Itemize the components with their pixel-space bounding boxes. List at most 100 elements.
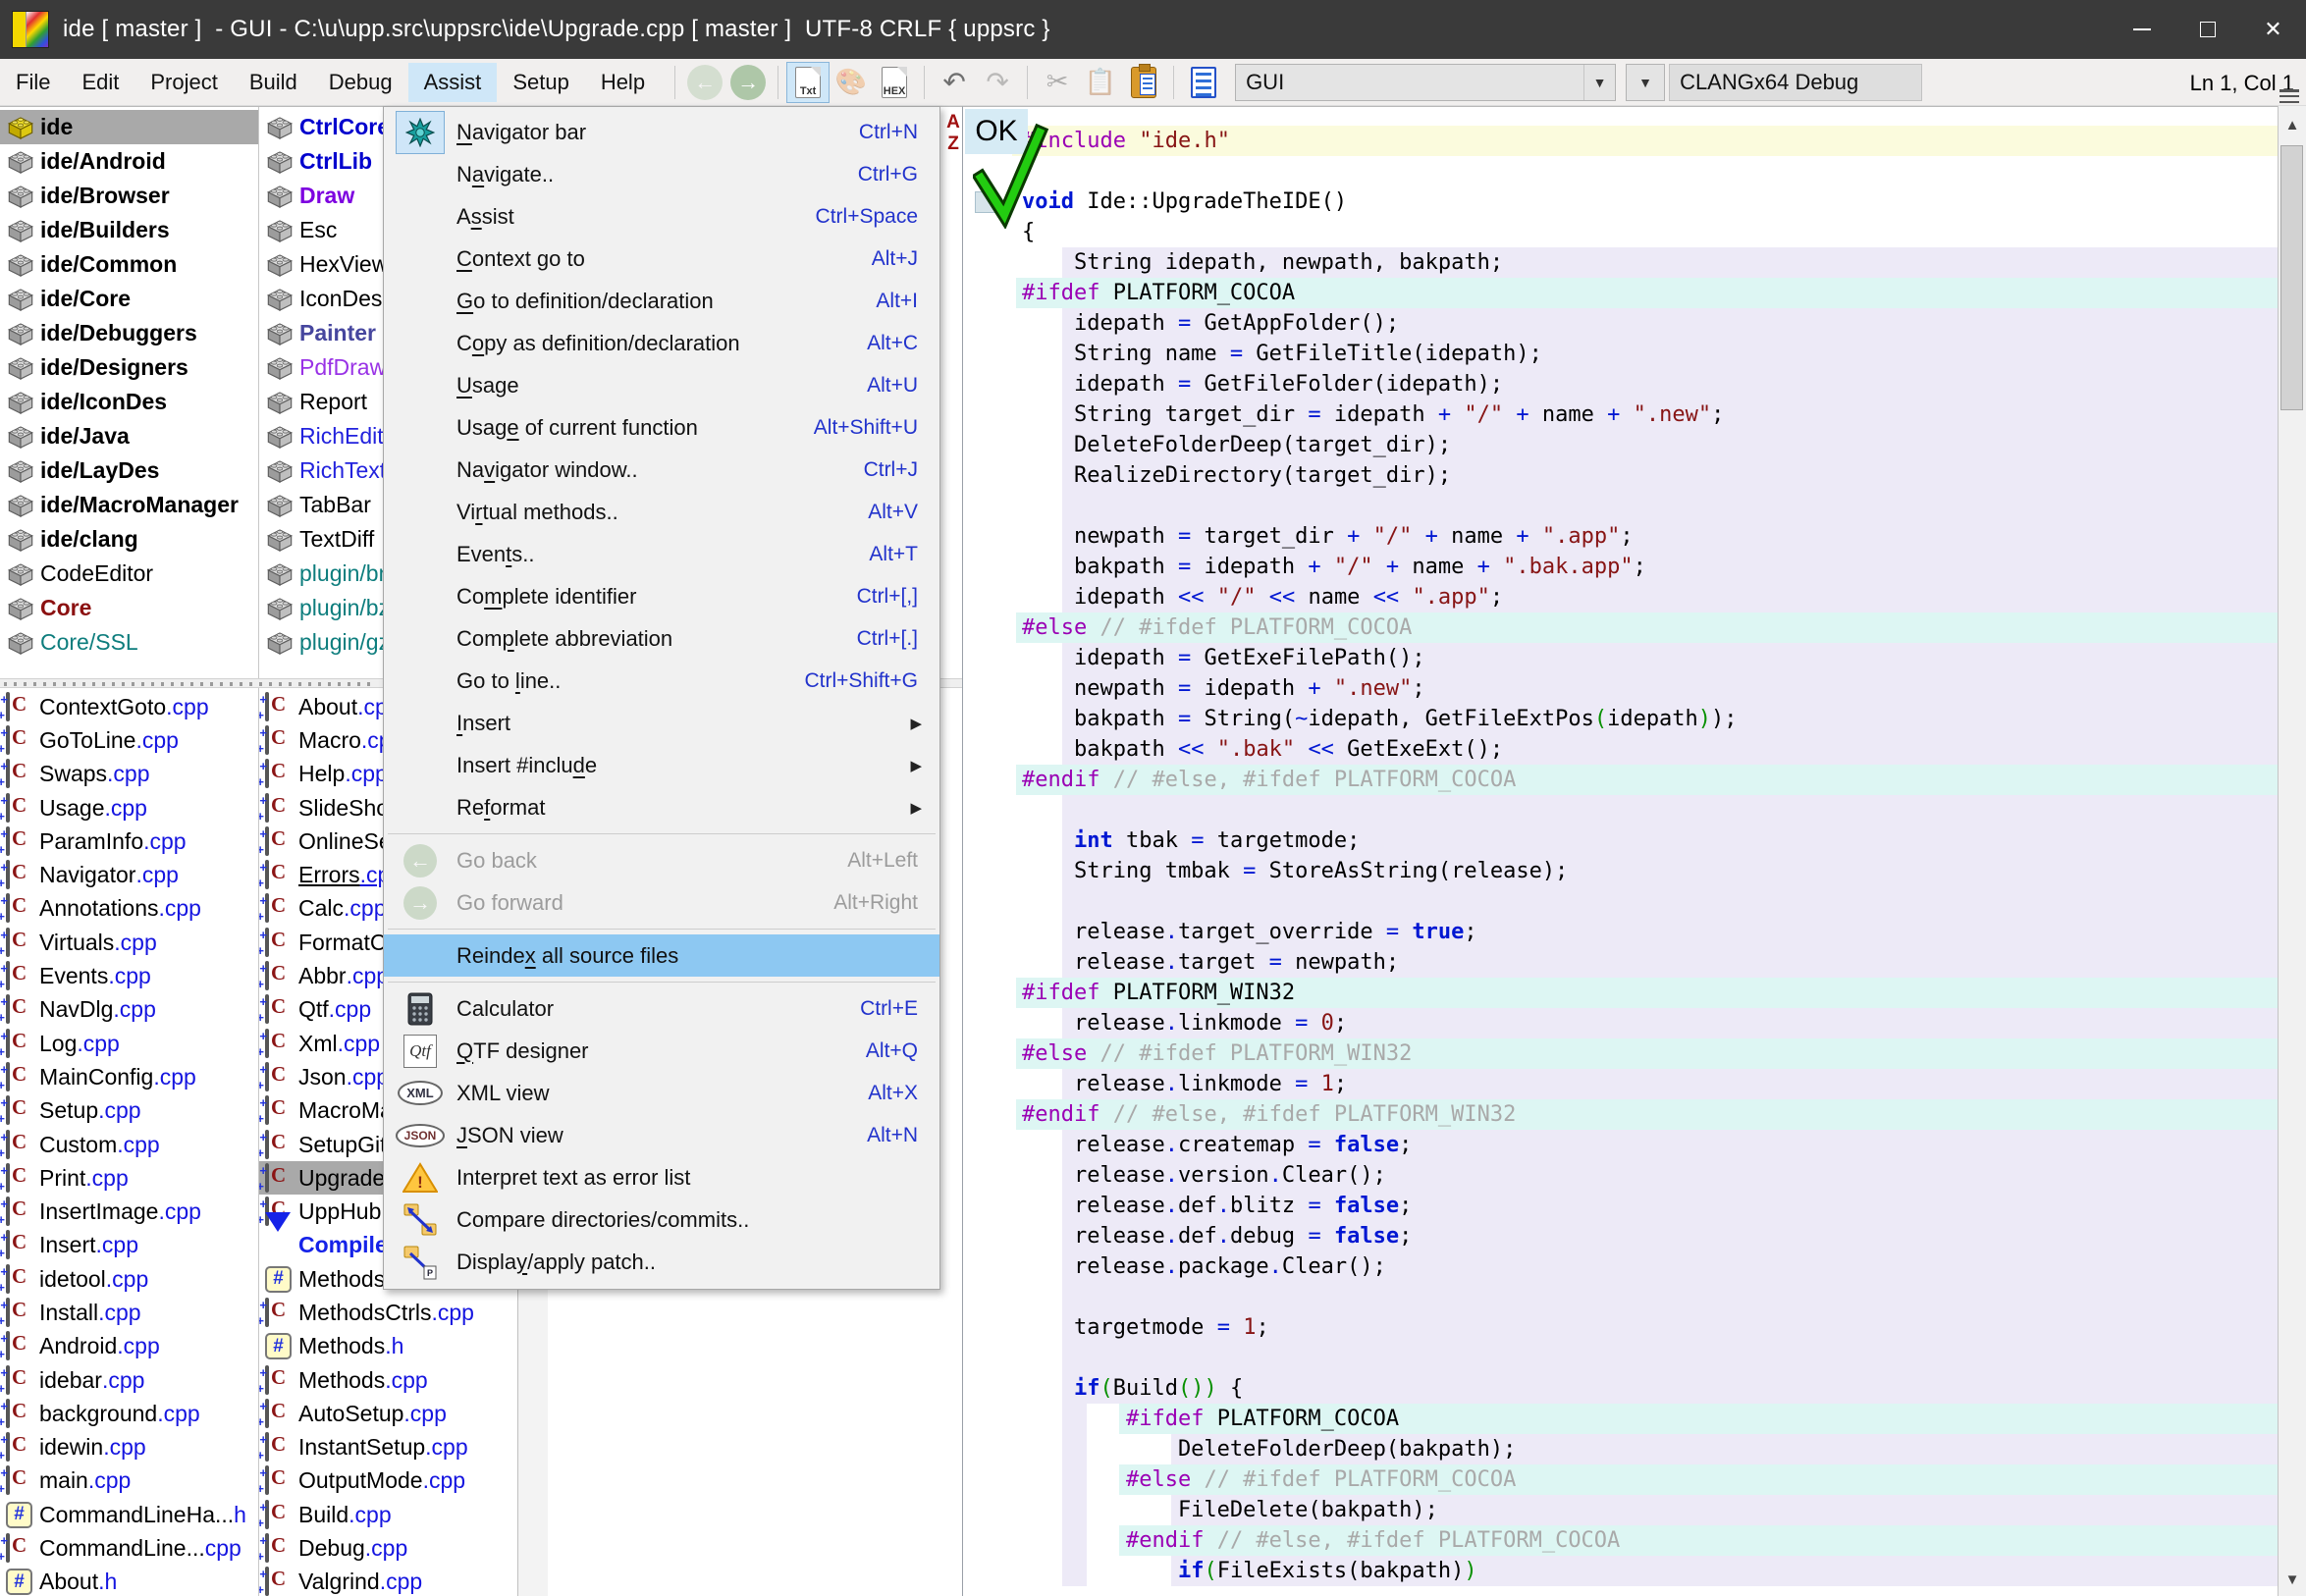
menu-help[interactable]: Help <box>585 63 661 102</box>
file-item-insert-cpp[interactable]: C++Insert.cpp <box>0 1229 258 1262</box>
code-line[interactable]: #ifdef PLATFORM_WIN32 <box>1022 978 2278 1008</box>
code-line[interactable]: String name = GetFileTitle(idepath); <box>1022 339 2278 369</box>
menu-edit[interactable]: Edit <box>66 63 134 102</box>
package-item-ide-core[interactable]: ide/Core <box>0 282 258 316</box>
assist-menu-item-copy-as-definition-declaration[interactable]: Copy as definition/declarationAlt+C <box>384 322 939 364</box>
code-line[interactable]: #else // #ifdef PLATFORM_WIN32 <box>1022 1038 2278 1069</box>
package-item-core-ssl[interactable]: Core/SSL <box>0 625 258 660</box>
file-item-background-cpp[interactable]: C++background.cpp <box>0 1397 258 1430</box>
menu-file[interactable]: File <box>0 63 66 102</box>
code-line[interactable]: if(FileExists(bakpath)) <box>1022 1556 2278 1586</box>
go-forward-button[interactable]: → <box>726 62 770 103</box>
scroll-down-button[interactable]: ▼ <box>2279 1563 2306 1596</box>
code-line[interactable]: String target_dir = idepath + "/" + name… <box>1022 399 2278 430</box>
code-line[interactable]: release.target_override = true; <box>1022 917 2278 947</box>
redo-button[interactable]: ↷ <box>976 62 1019 103</box>
assist-menu-item-compare-directories-commits[interactable]: Compare directories/commits.. <box>384 1198 939 1241</box>
assist-menu-item-insert-include[interactable]: Insert #include▶ <box>384 744 939 786</box>
code-line[interactable]: #endif // #else, #ifdef PLATFORM_COCOA <box>1022 1525 2278 1556</box>
assist-menu-item-complete-identifier[interactable]: Complete identifierCtrl+[,] <box>384 575 939 617</box>
code-line[interactable]: #else // #ifdef PLATFORM_COCOA <box>1022 612 2278 643</box>
file-item-methods-cpp[interactable]: C++Methods.cpp <box>259 1363 517 1397</box>
sort-az-button[interactable]: A Z <box>941 112 965 155</box>
file-item-methodsctrls-cpp[interactable]: C++MethodsCtrls.cpp <box>259 1296 517 1329</box>
assist-menu-item-qtf-designer[interactable]: QtfQTF designerAlt+Q <box>384 1030 939 1072</box>
file-item-mainconfig-cpp[interactable]: C++MainConfig.cpp <box>0 1060 258 1093</box>
file-item-annotations-cpp[interactable]: C++Annotations.cpp <box>0 892 258 926</box>
file-item-commandline-cpp[interactable]: C++CommandLine...cpp <box>0 1531 258 1565</box>
code-editor[interactable]: OK #include "ide.h"void Ide::UpgradeTheI… <box>962 106 2278 1596</box>
file-item-navdlg-cpp[interactable]: C++NavDlg.cpp <box>0 993 258 1027</box>
file-item-events-cpp[interactable]: C++Events.cpp <box>0 959 258 992</box>
paste-button[interactable] <box>1122 62 1165 103</box>
undo-button[interactable]: ↶ <box>933 62 976 103</box>
assist-menu-item-context-go-to[interactable]: Context go toAlt+J <box>384 238 939 280</box>
file-item-methods-h[interactable]: #Methods.h <box>259 1330 517 1363</box>
scrollbar-thumb[interactable] <box>2280 145 2303 410</box>
code-line[interactable]: release.target = newpath; <box>1022 947 2278 978</box>
code-line[interactable]: idepath = GetFileFolder(idepath); <box>1022 369 2278 399</box>
assist-menu-item-go-to-line[interactable]: Go to line..Ctrl+Shift+G <box>384 660 939 702</box>
code-line[interactable]: RealizeDirectory(target_dir); <box>1022 460 2278 491</box>
code-line[interactable]: idepath = GetExeFilePath(); <box>1022 643 2278 673</box>
main-config-combo[interactable]: GUI ▼ <box>1235 64 1616 101</box>
code-line[interactable]: idepath = GetAppFolder(); <box>1022 308 2278 339</box>
code-line[interactable]: bakpath = idepath + "/" + name + ".bak.a… <box>1022 552 2278 582</box>
file-item-usage-cpp[interactable]: C++Usage.cpp <box>0 791 258 825</box>
code-line[interactable]: DeleteFolderDeep(bakpath); <box>1022 1434 2278 1464</box>
code-line[interactable]: bakpath = String(~idepath, GetFileExtPos… <box>1022 704 2278 734</box>
assist-menu-item-go-back[interactable]: ←Go backAlt+Left <box>384 839 939 881</box>
hex-mode-button[interactable]: HEX <box>873 62 916 103</box>
code-line[interactable]: String tmbak = StoreAsString(release); <box>1022 856 2278 886</box>
file-item-commandlineha-h[interactable]: #CommandLineHa...h <box>0 1498 258 1531</box>
assist-menu-item-reindex-all-source-files[interactable]: Reindex all source files <box>384 934 939 977</box>
file-item-idetool-cpp[interactable]: C++idetool.cpp <box>0 1262 258 1296</box>
assist-menu-item-complete-abbreviation[interactable]: Complete abbreviationCtrl+[.] <box>384 617 939 660</box>
package-item-ide-macromanager[interactable]: ide/MacroManager <box>0 488 258 522</box>
file-item-setup-cpp[interactable]: C++Setup.cpp <box>0 1094 258 1128</box>
code-line[interactable] <box>1022 1282 2278 1312</box>
file-item-autosetup-cpp[interactable]: C++AutoSetup.cpp <box>259 1397 517 1430</box>
package-item-ide-laydes[interactable]: ide/LayDes <box>0 453 258 488</box>
assist-menu-item-virtual-methods[interactable]: Virtual methods..Alt+V <box>384 491 939 533</box>
config-dropdown-button[interactable]: ▼ <box>1626 64 1665 101</box>
close-button[interactable]: ✕ <box>2240 0 2306 59</box>
assist-menu-item-go-forward[interactable]: →Go forwardAlt+Right <box>384 881 939 924</box>
file-item-build-cpp[interactable]: C++Build.cpp <box>259 1498 517 1531</box>
assist-menu-item-interpret-text-as-error-list[interactable]: !Interpret text as error list <box>384 1156 939 1198</box>
editor-scrollbar[interactable]: ▲ ▼ <box>2278 106 2306 1596</box>
designer-mode-button[interactable]: 🎨 <box>830 62 873 103</box>
file-item-main-cpp[interactable]: C++main.cpp <box>0 1464 258 1498</box>
scroll-up-button[interactable]: ▲ <box>2279 108 2306 141</box>
code-line[interactable]: void Ide::UpgradeTheIDE() <box>1022 186 2278 217</box>
package-item-ide-browser[interactable]: ide/Browser <box>0 179 258 213</box>
code-line[interactable]: idepath << "/" << name << ".app"; <box>1022 582 2278 612</box>
file-item-custom-cpp[interactable]: C++Custom.cpp <box>0 1128 258 1161</box>
package-item-ide-builders[interactable]: ide/Builders <box>0 213 258 247</box>
package-item-codeeditor[interactable]: CodeEditor <box>0 557 258 591</box>
cut-button[interactable]: ✂ <box>1036 62 1079 103</box>
code-line[interactable] <box>1022 886 2278 917</box>
file-item-print-cpp[interactable]: C++Print.cpp <box>0 1161 258 1195</box>
menu-build[interactable]: Build <box>234 63 313 102</box>
code-line[interactable]: #ifdef PLATFORM_COCOA <box>1022 1404 2278 1434</box>
assist-menu-item-insert[interactable]: Insert▶ <box>384 702 939 744</box>
file-item-log-cpp[interactable]: C++Log.cpp <box>0 1027 258 1060</box>
code-line[interactable]: newpath = idepath + ".new"; <box>1022 673 2278 704</box>
menu-project[interactable]: Project <box>134 63 233 102</box>
file-item-paraminfo-cpp[interactable]: C++ParamInfo.cpp <box>0 825 258 858</box>
assist-menu-item-navigate[interactable]: Navigate..Ctrl+G <box>384 153 939 195</box>
file-item-gotoline-cpp[interactable]: C++GoToLine.cpp <box>0 723 258 757</box>
go-back-button[interactable]: ← <box>683 62 726 103</box>
package-item-ide[interactable]: ide <box>0 110 258 144</box>
code-line[interactable] <box>1022 795 2278 825</box>
menu-setup[interactable]: Setup <box>497 63 585 102</box>
code-line[interactable]: #include "ide.h" <box>1022 126 2278 156</box>
code-line[interactable]: int tbak = targetmode; <box>1022 825 2278 856</box>
assist-menu-item-reformat[interactable]: Reformat▶ <box>384 786 939 828</box>
package-item-ide-common[interactable]: ide/Common <box>0 247 258 282</box>
code-line[interactable]: targetmode = 1; <box>1022 1312 2278 1343</box>
code-line[interactable]: release.version.Clear(); <box>1022 1160 2278 1191</box>
file-item-idebar-cpp[interactable]: C++idebar.cpp <box>0 1363 258 1397</box>
code-line[interactable]: if(Build()) { <box>1022 1373 2278 1404</box>
